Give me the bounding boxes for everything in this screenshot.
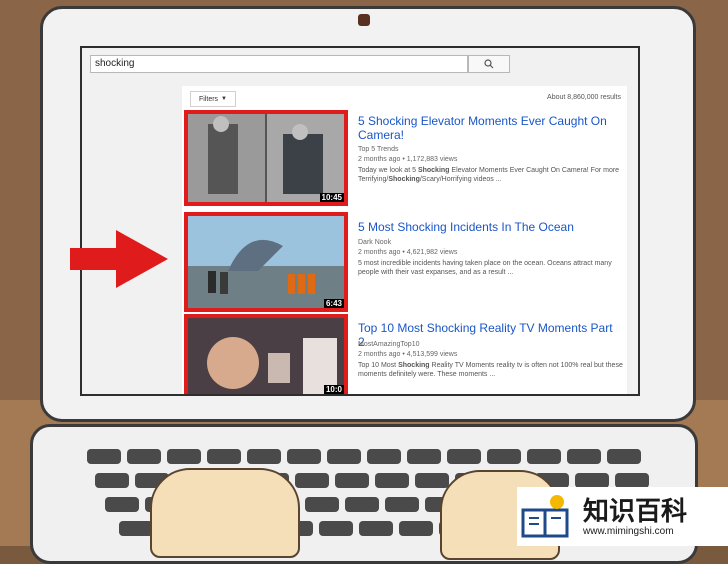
video-meta: 2 months ago • 4,621,982 views [358,249,458,256]
video-thumbnail[interactable]: 6:43 [184,212,348,312]
watermark-badge: 知识百科 www.mimingshi.com [517,487,728,546]
result-item: 10:0 Top 10 Most Shocking Reality TV Mom… [182,314,627,394]
video-thumbnail[interactable]: 10:45 [184,110,348,206]
reality-tv-thumbnail-image [188,318,344,394]
video-channel[interactable]: Dark Nook [358,238,620,247]
watermark-url: www.mimingshi.com [583,526,674,537]
laptop-screen: shocking Filters ▼ About 8,860,000 resul… [80,46,640,396]
search-input[interactable]: shocking [90,55,468,73]
video-description: Today we look at 5 Shocking Elevator Mom… [358,167,620,183]
filters-button[interactable]: Filters ▼ [190,91,236,107]
search-icon [484,59,494,69]
video-channel[interactable]: MostAmazingTop10 [358,340,620,349]
video-channel[interactable]: Top 5 Trends [358,145,620,154]
result-item: 10:45 5 Shocking Elevator Moments Ever C… [182,110,627,210]
book-lightbulb-icon [521,494,569,537]
video-title-link[interactable]: 5 Most Shocking Incidents In The Ocean [358,220,620,234]
video-thumbnail[interactable]: 10:0 [184,314,348,394]
results-panel: Filters ▼ About 8,860,000 results 10:45 … [182,86,627,394]
video-duration: 6:43 [323,299,344,308]
search-button[interactable] [468,55,510,73]
ocean-thumbnail-image [188,216,344,308]
video-meta: 2 months ago • 4,513,599 views [358,351,458,358]
video-meta: 2 months ago • 1,172,883 views [358,156,458,163]
result-count: About 8,860,000 results [547,94,621,101]
video-duration: 10:45 [319,193,344,202]
watermark-title: 知识百科 [583,496,688,526]
webcam [358,14,370,26]
filters-label: Filters [198,95,219,103]
key-row [87,449,641,464]
video-description: 5 most incredible incidents having taken… [358,260,612,276]
red-arrow-icon [70,230,168,288]
result-item: 6:43 5 Most Shocking Incidents In The Oc… [182,212,627,312]
left-hand [150,468,300,558]
chevron-down-icon: ▼ [221,96,227,102]
video-description: Top 10 Most Shocking Reality TV Moments … [358,362,623,378]
video-title-link[interactable]: 5 Shocking Elevator Moments Ever Caught … [358,114,620,142]
elevator-thumbnail-image [188,114,344,202]
video-duration: 10:0 [323,385,344,394]
